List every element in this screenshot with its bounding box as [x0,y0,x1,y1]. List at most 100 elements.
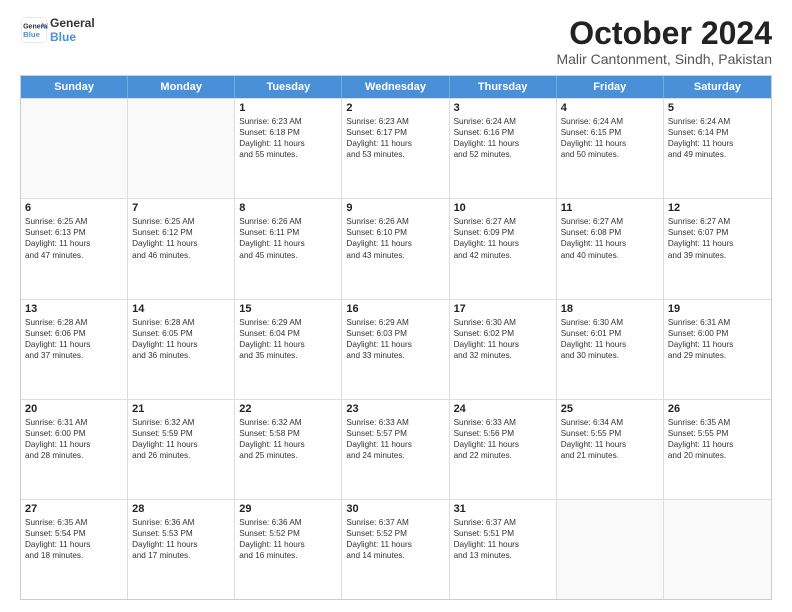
cell-line: Sunrise: 6:35 AM [25,517,123,528]
calendar-body: 1Sunrise: 6:23 AMSunset: 6:18 PMDaylight… [21,98,771,599]
cell-line: Daylight: 11 hours [346,539,444,550]
cell-line: Sunset: 6:07 PM [668,227,767,238]
day-number: 13 [25,303,123,315]
cell-line: and 52 minutes. [454,149,552,160]
cal-cell: 22Sunrise: 6:32 AMSunset: 5:58 PMDayligh… [235,400,342,499]
header-day-wednesday: Wednesday [342,76,449,98]
cell-line: and 25 minutes. [239,450,337,461]
cal-cell: 6Sunrise: 6:25 AMSunset: 6:13 PMDaylight… [21,199,128,298]
logo-line1: General [50,16,95,30]
header-day-tuesday: Tuesday [235,76,342,98]
cal-cell: 25Sunrise: 6:34 AMSunset: 5:55 PMDayligh… [557,400,664,499]
cell-line: Sunset: 6:17 PM [346,127,444,138]
cell-line: Sunset: 6:04 PM [239,328,337,339]
day-number: 10 [454,202,552,214]
cell-line: Sunrise: 6:36 AM [239,517,337,528]
cell-line: Sunrise: 6:29 AM [346,317,444,328]
cell-line: Sunset: 6:02 PM [454,328,552,339]
cell-line: Daylight: 11 hours [239,138,337,149]
cell-line: Daylight: 11 hours [239,238,337,249]
cell-line: Sunset: 6:15 PM [561,127,659,138]
day-number: 16 [346,303,444,315]
cal-cell: 2Sunrise: 6:23 AMSunset: 6:17 PMDaylight… [342,99,449,198]
day-number: 11 [561,202,659,214]
week-row-2: 6Sunrise: 6:25 AMSunset: 6:13 PMDaylight… [21,198,771,298]
cell-line: Daylight: 11 hours [668,138,767,149]
cell-line: and 53 minutes. [346,149,444,160]
cell-line: Daylight: 11 hours [668,439,767,450]
cell-line: Sunrise: 6:30 AM [454,317,552,328]
cal-cell [664,500,771,599]
cell-line: Sunset: 6:18 PM [239,127,337,138]
day-number: 27 [25,503,123,515]
cell-line: Sunset: 5:51 PM [454,528,552,539]
cell-line: Daylight: 11 hours [25,439,123,450]
day-number: 14 [132,303,230,315]
cell-line: Sunset: 5:57 PM [346,428,444,439]
cell-line: Daylight: 11 hours [25,339,123,350]
cal-cell: 28Sunrise: 6:36 AMSunset: 5:53 PMDayligh… [128,500,235,599]
day-number: 26 [668,403,767,415]
calendar: SundayMondayTuesdayWednesdayThursdayFrid… [20,75,772,600]
cell-line: Sunset: 5:53 PM [132,528,230,539]
cell-line: and 18 minutes. [25,550,123,561]
svg-text:Blue: Blue [23,30,41,39]
cell-line: Sunset: 5:55 PM [561,428,659,439]
cal-cell: 15Sunrise: 6:29 AMSunset: 6:04 PMDayligh… [235,300,342,399]
day-number: 31 [454,503,552,515]
cell-line: Sunrise: 6:25 AM [25,216,123,227]
cell-line: and 50 minutes. [561,149,659,160]
cal-cell: 13Sunrise: 6:28 AMSunset: 6:06 PMDayligh… [21,300,128,399]
day-number: 23 [346,403,444,415]
cell-line: Sunset: 5:59 PM [132,428,230,439]
cell-line: and 46 minutes. [132,250,230,261]
cal-cell: 8Sunrise: 6:26 AMSunset: 6:11 PMDaylight… [235,199,342,298]
cal-cell: 4Sunrise: 6:24 AMSunset: 6:15 PMDaylight… [557,99,664,198]
logo-line2: Blue [50,30,95,44]
header-day-saturday: Saturday [664,76,771,98]
cal-cell: 29Sunrise: 6:36 AMSunset: 5:52 PMDayligh… [235,500,342,599]
cal-cell: 23Sunrise: 6:33 AMSunset: 5:57 PMDayligh… [342,400,449,499]
cell-line: and 45 minutes. [239,250,337,261]
cell-line: Sunset: 5:55 PM [668,428,767,439]
cal-cell: 14Sunrise: 6:28 AMSunset: 6:05 PMDayligh… [128,300,235,399]
cal-cell: 19Sunrise: 6:31 AMSunset: 6:00 PMDayligh… [664,300,771,399]
cell-line: Daylight: 11 hours [454,539,552,550]
cell-line: Sunrise: 6:32 AM [132,417,230,428]
cell-line: Sunrise: 6:24 AM [454,116,552,127]
cell-line: Sunrise: 6:27 AM [454,216,552,227]
header-day-friday: Friday [557,76,664,98]
cell-line: Daylight: 11 hours [239,339,337,350]
cell-line: Sunrise: 6:23 AM [346,116,444,127]
calendar-subtitle: Malir Cantonment, Sindh, Pakistan [556,51,772,67]
cell-line: Daylight: 11 hours [239,439,337,450]
cell-line: Sunset: 6:05 PM [132,328,230,339]
cell-line: Sunrise: 6:26 AM [239,216,337,227]
cell-line: Sunset: 5:56 PM [454,428,552,439]
cell-line: and 14 minutes. [346,550,444,561]
cal-cell: 30Sunrise: 6:37 AMSunset: 5:52 PMDayligh… [342,500,449,599]
cal-cell [21,99,128,198]
cell-line: Sunset: 6:00 PM [668,328,767,339]
cal-cell: 11Sunrise: 6:27 AMSunset: 6:08 PMDayligh… [557,199,664,298]
day-number: 25 [561,403,659,415]
cell-line: Daylight: 11 hours [454,138,552,149]
day-number: 9 [346,202,444,214]
day-number: 1 [239,102,337,114]
cell-line: Sunset: 6:13 PM [25,227,123,238]
cell-line: Sunset: 6:08 PM [561,227,659,238]
day-number: 8 [239,202,337,214]
cell-line: Sunset: 6:10 PM [346,227,444,238]
cell-line: Daylight: 11 hours [668,339,767,350]
cell-line: Sunrise: 6:31 AM [25,417,123,428]
cal-cell [557,500,664,599]
week-row-3: 13Sunrise: 6:28 AMSunset: 6:06 PMDayligh… [21,299,771,399]
cell-line: Sunrise: 6:25 AM [132,216,230,227]
cell-line: Daylight: 11 hours [346,339,444,350]
cell-line: Sunrise: 6:29 AM [239,317,337,328]
cal-cell: 24Sunrise: 6:33 AMSunset: 5:56 PMDayligh… [450,400,557,499]
cal-cell: 7Sunrise: 6:25 AMSunset: 6:12 PMDaylight… [128,199,235,298]
logo-icon: General Blue [20,16,48,44]
cell-line: and 24 minutes. [346,450,444,461]
day-number: 29 [239,503,337,515]
